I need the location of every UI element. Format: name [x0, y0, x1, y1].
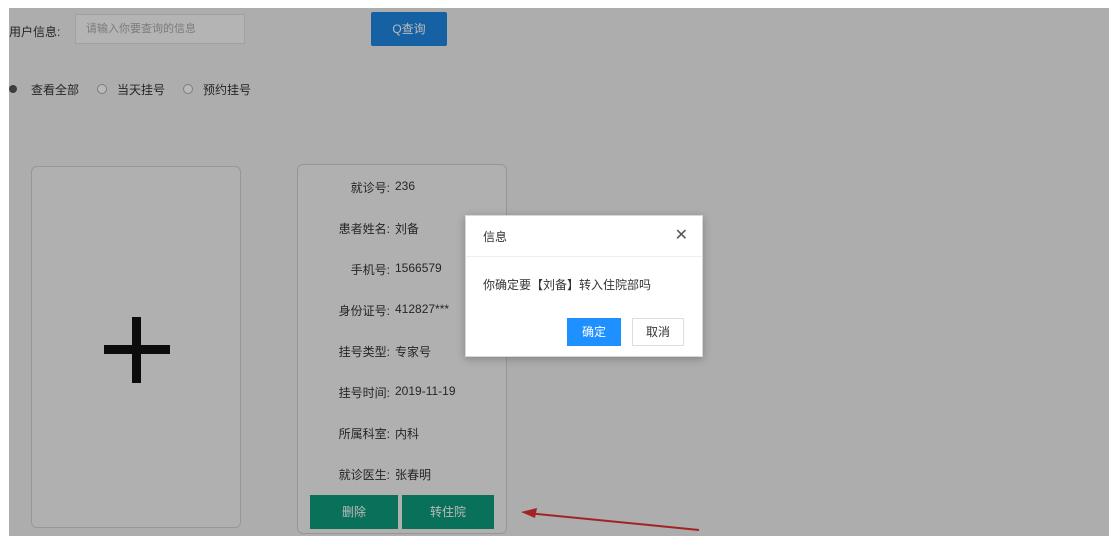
- confirm-dialog: 信息 ✕ 你确定要【刘备】转入住院部吗 确定 取消: [465, 215, 703, 357]
- confirm-button[interactable]: 确定: [567, 318, 621, 346]
- cancel-button[interactable]: 取消: [632, 318, 684, 346]
- dialog-title: 信息: [483, 230, 508, 244]
- page: 用户信息: 请输入你要查询的信息 Q查询 查看全部 当天挂号 预约挂号 就诊号:…: [9, 8, 1109, 536]
- dialog-message: 你确定要【刘备】转入住院部吗: [483, 278, 652, 292]
- close-icon[interactable]: ✕: [675, 225, 688, 245]
- dialog-header: 信息 ✕: [466, 216, 702, 257]
